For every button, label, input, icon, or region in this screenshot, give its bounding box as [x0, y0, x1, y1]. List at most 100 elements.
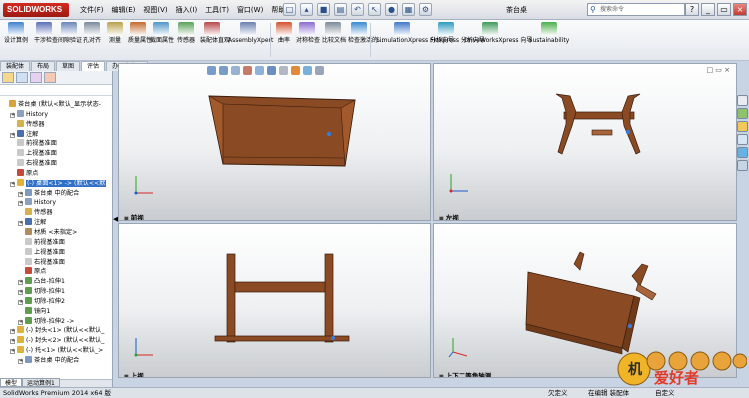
feature-tree-tab-icon[interactable]	[2, 72, 14, 83]
tree-item[interactable]: 茶台桌 (默认<默认_显示状态-	[0, 100, 112, 110]
expand-toggle-icon[interactable]: +	[10, 181, 15, 187]
tree-item[interactable]: 传感器	[0, 119, 112, 130]
ribbon-button-17[interactable]: Sustainability	[526, 22, 572, 44]
command-tab-0[interactable]: 装配体	[0, 61, 31, 71]
expand-toggle-icon[interactable]: +	[10, 339, 15, 345]
tree-item[interactable]: + 注解	[0, 218, 112, 228]
expand-toggle-icon[interactable]: +	[18, 299, 23, 305]
tree-item[interactable]: + 注解	[0, 129, 112, 140]
tree-item[interactable]: 材质 <未指定>	[0, 227, 112, 238]
viewport-top[interactable]: 上视	[118, 223, 431, 378]
ribbon-button-6[interactable]: 截面属性	[150, 22, 174, 44]
design-library-icon[interactable]	[737, 108, 748, 119]
undo-icon[interactable]: ↶	[351, 3, 364, 16]
close-button[interactable]: ×	[733, 3, 747, 16]
ribbon-button-5[interactable]: 质量属性	[128, 22, 152, 44]
ribbon-button-8[interactable]: 装配体直观	[200, 22, 230, 44]
ribbon-button-3[interactable]: 孔对齐	[82, 22, 102, 44]
expand-toggle-icon[interactable]: +	[10, 329, 15, 335]
expand-toggle-icon[interactable]: +	[10, 132, 15, 138]
ribbon-button-16[interactable]: DriveWorksXpress 向导	[464, 22, 532, 44]
tree-item[interactable]: + 切除-拉伸1	[0, 287, 112, 297]
solidworks-logo[interactable]: SOLIDWORKS	[3, 3, 69, 17]
tree-item[interactable]: 原点	[0, 267, 112, 277]
command-tab-2[interactable]: 草图	[56, 61, 81, 71]
tree-item[interactable]: 上视基准面	[0, 149, 112, 159]
model-tab-1[interactable]: 运动算例1	[22, 378, 60, 387]
menu-edit[interactable]: 编辑(E)	[112, 5, 136, 15]
ribbon-button-4[interactable]: 测量	[106, 22, 124, 44]
restore-button[interactable]: ▭	[717, 3, 731, 16]
configuration-manager-tab-icon[interactable]	[30, 72, 42, 83]
tree-item[interactable]: 前视基准面	[0, 139, 112, 149]
display-manager-tab-icon[interactable]	[44, 72, 56, 83]
ribbon-button-7[interactable]: 传感器	[176, 22, 196, 44]
viewport-front[interactable]: 前视	[118, 63, 431, 221]
tree-item[interactable]: 前视基准面	[0, 237, 112, 248]
file-explorer-icon[interactable]	[737, 121, 748, 132]
tree-item[interactable]: + History	[0, 198, 112, 208]
tree-item[interactable]: + History	[0, 109, 112, 120]
ribbon-button-11[interactable]: 对称检查	[296, 22, 320, 44]
select-icon[interactable]: ↖	[368, 3, 381, 16]
tree-item[interactable]: 右视基准面	[0, 257, 112, 268]
file-properties-icon[interactable]: ▦	[402, 3, 415, 16]
ribbon-button-2[interactable]: 间隙验证	[58, 22, 82, 44]
ribbon-button-9[interactable]: AssemblyXpert	[228, 22, 273, 44]
expand-toggle-icon[interactable]: +	[18, 280, 23, 286]
viewport-left[interactable]: □ ▭ × 左视	[433, 63, 737, 221]
tree-item[interactable]: + 凸台-拉伸1	[0, 277, 112, 287]
ribbon-button-0[interactable]: 设计算例	[4, 22, 28, 44]
save-icon[interactable]: ■	[317, 3, 330, 16]
command-tab-3[interactable]: 评估	[81, 61, 106, 71]
solidworks-resources-icon[interactable]	[737, 95, 748, 106]
tree-item[interactable]: 镜向1	[0, 306, 112, 317]
ribbon-label: 测量	[108, 37, 121, 44]
tree-item[interactable]: 上视基准面	[0, 247, 112, 258]
expand-toggle-icon[interactable]: +	[18, 319, 23, 325]
options-gear-icon[interactable]: ⚙	[419, 3, 432, 16]
custom-properties-icon[interactable]	[737, 160, 748, 171]
ribbon-button-15[interactable]: FloXpress 分析向导	[430, 22, 485, 44]
expand-toggle-icon[interactable]: +	[18, 221, 23, 227]
menu-view[interactable]: 视图(V)	[143, 5, 167, 15]
appearances-icon[interactable]	[737, 147, 748, 158]
tree-item[interactable]: 原点	[0, 168, 112, 179]
tree-item[interactable]: + (-) 托<1> (默认<<默认_>	[0, 346, 112, 356]
rebuild-icon[interactable]: ●	[385, 3, 398, 16]
menu-insert[interactable]: 插入(I)	[176, 5, 198, 15]
command-tab-1[interactable]: 布局	[31, 61, 56, 71]
ribbon-button-13[interactable]: 检查激活的...	[348, 22, 384, 44]
minimize-button[interactable]: _	[701, 3, 715, 16]
tree-item[interactable]: + 茶台桌 中的配合	[0, 355, 112, 366]
tree-item[interactable]: + 茶台桌 中的配合	[0, 188, 112, 199]
expand-toggle-icon[interactable]: +	[18, 201, 23, 207]
open-folder-icon[interactable]: ▴	[300, 3, 313, 16]
tree-item[interactable]: + (-) 桌面<1> -> (默认<<默	[0, 178, 112, 189]
expand-toggle-icon[interactable]: +	[18, 191, 23, 197]
menu-file[interactable]: 文件(F)	[80, 5, 104, 15]
expand-toggle-icon[interactable]: +	[18, 358, 23, 364]
ribbon-button-10[interactable]: 曲率	[276, 22, 292, 44]
tree-item[interactable]: + 切除-拉伸2	[0, 296, 112, 307]
view-palette-icon[interactable]	[737, 134, 748, 145]
menu-window[interactable]: 窗口(W)	[237, 5, 263, 15]
expand-toggle-icon[interactable]: +	[18, 290, 23, 296]
tree-item[interactable]: + (-) 封头<1> (默认<<默认_	[0, 326, 112, 336]
model-tab-0[interactable]: 模型	[0, 378, 23, 387]
property-manager-tab-icon[interactable]	[16, 72, 28, 83]
ribbon-button-12[interactable]: 比较文档	[322, 22, 346, 44]
tree-item[interactable]: 右视基准面	[0, 159, 112, 169]
ribbon-button-1[interactable]: 干涉检查	[34, 22, 58, 44]
ribbon-button-14[interactable]: SimulationXpress 分析向导	[376, 22, 454, 44]
expand-toggle-icon[interactable]: +	[10, 112, 15, 118]
expand-toggle-icon[interactable]: +	[10, 349, 15, 355]
print-icon[interactable]: ▤	[334, 3, 347, 16]
new-document-icon[interactable]: □	[283, 3, 296, 16]
menu-tools[interactable]: 工具(T)	[205, 5, 229, 15]
search-commands-input[interactable]: ⚲ 搜索命令	[587, 3, 685, 16]
tree-item[interactable]: + 切除-拉伸2 ->	[0, 316, 112, 327]
tree-item[interactable]: + (-) 封头<2> (默认<<默认_	[0, 336, 112, 346]
tree-item[interactable]: 传感器	[0, 208, 112, 218]
help-icon[interactable]: ?	[685, 3, 699, 16]
